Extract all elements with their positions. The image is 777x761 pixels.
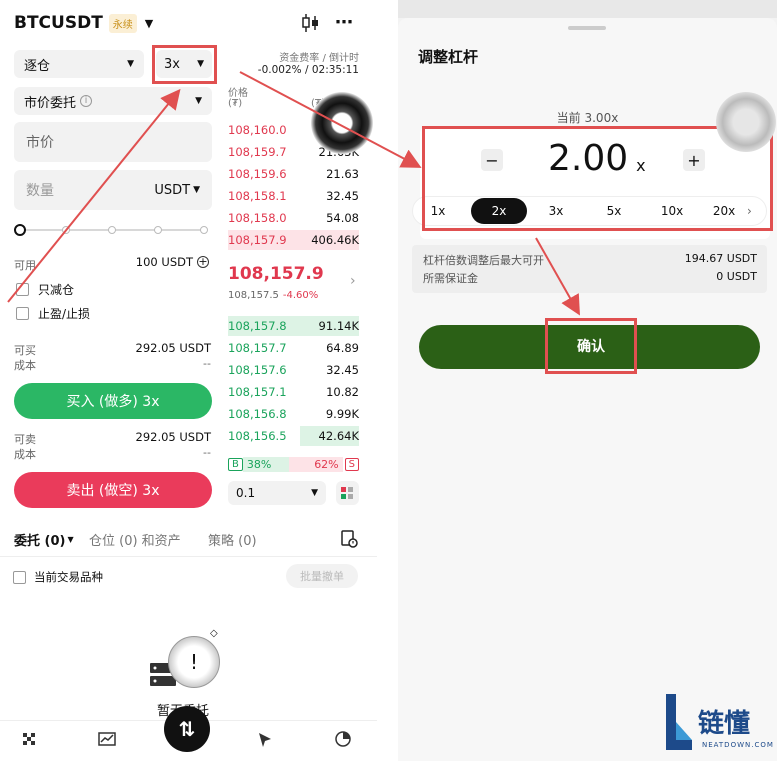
- annotation-arrows: [7, 71, 580, 316]
- arrow-to-leverage-sheet: [239, 71, 422, 168]
- arrow-to-leverage: [7, 88, 181, 303]
- arrow-to-confirm: [535, 237, 580, 316]
